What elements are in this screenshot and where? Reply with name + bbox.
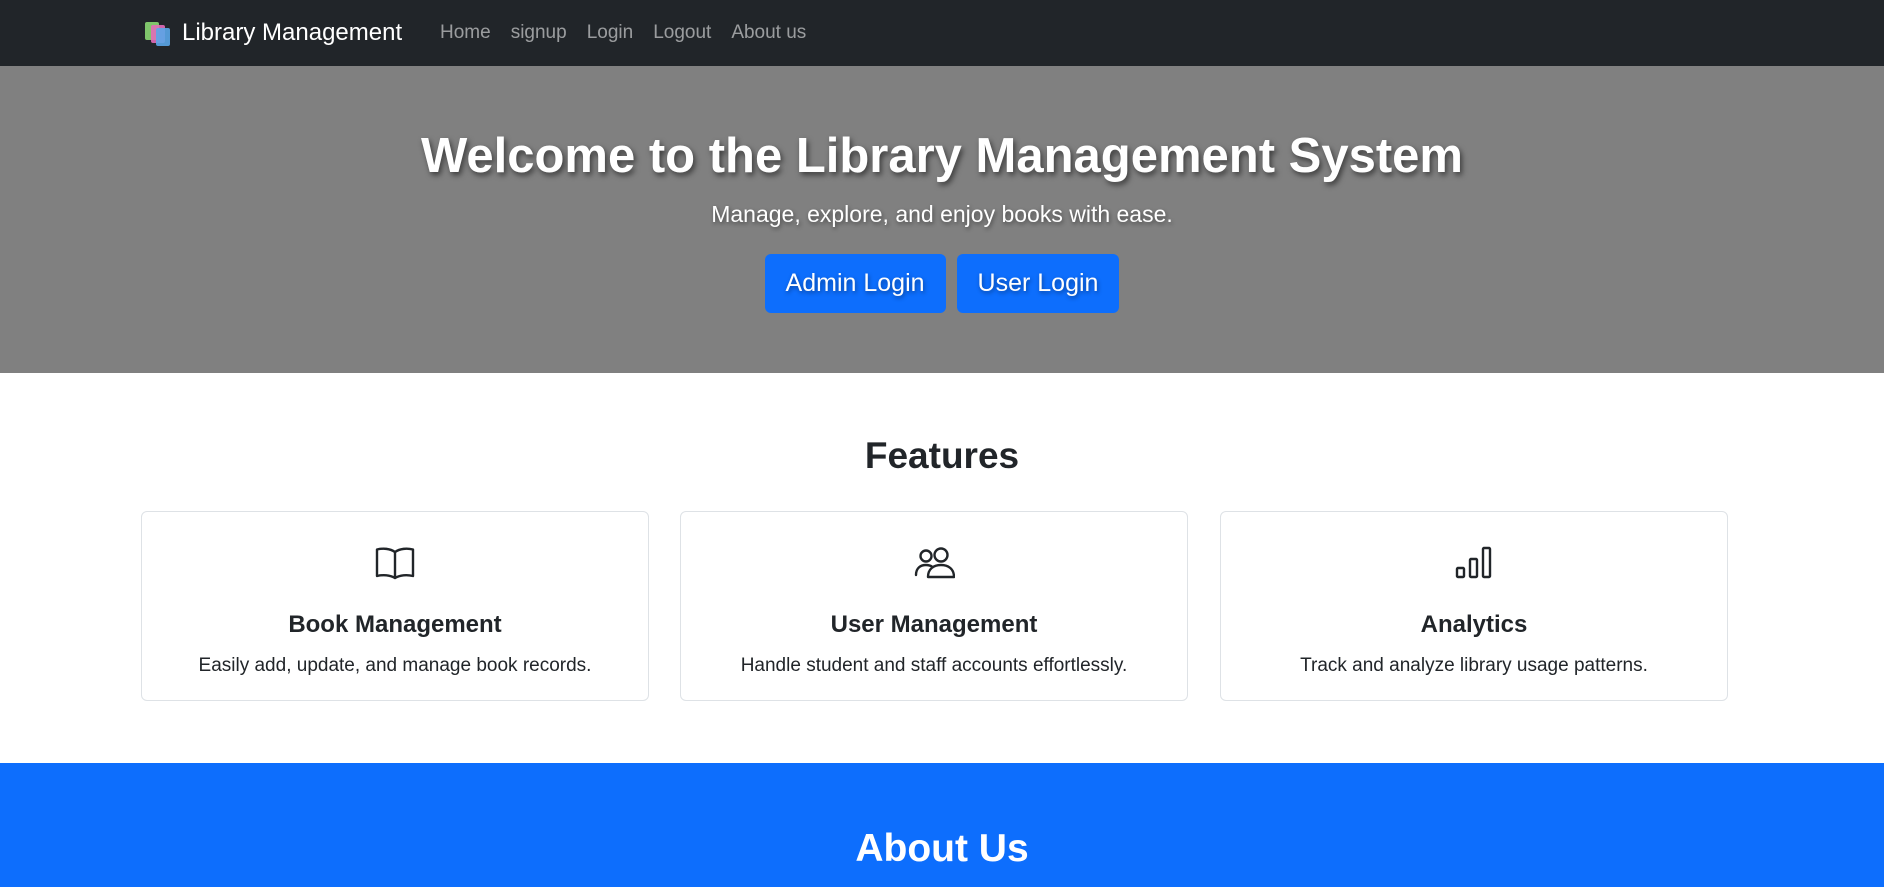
feature-card-analytics: Analytics Track and analyze library usag… bbox=[1220, 511, 1728, 701]
nav-link-about-us[interactable]: About us bbox=[721, 22, 816, 44]
nav-links: Home signup Login Logout About us bbox=[430, 0, 816, 66]
nav-link-logout[interactable]: Logout bbox=[643, 22, 721, 44]
hero-buttons: Admin Login User Login bbox=[0, 254, 1884, 313]
hero-section: Welcome to the Library Management System… bbox=[0, 66, 1884, 373]
feature-description: Easily add, update, and manage book reco… bbox=[198, 655, 592, 676]
nav-link-login[interactable]: Login bbox=[577, 22, 644, 44]
feature-card-book-management: Book Management Easily add, update, and … bbox=[141, 511, 649, 701]
feature-title: Book Management bbox=[288, 611, 502, 638]
about-section: About Us bbox=[0, 763, 1884, 887]
features-section: Features Book Management Easily add, upd… bbox=[0, 373, 1884, 763]
feature-title: Analytics bbox=[1420, 611, 1528, 638]
feature-description: Handle student and staff accounts effort… bbox=[740, 655, 1128, 676]
people-icon bbox=[681, 542, 1187, 582]
feature-title: User Management bbox=[830, 611, 1038, 638]
feature-description: Track and analyze library usage patterns… bbox=[1300, 655, 1648, 676]
about-heading: About Us bbox=[855, 827, 1029, 870]
brand-link[interactable]: Library Management bbox=[145, 0, 402, 66]
user-login-button[interactable]: User Login bbox=[956, 254, 1120, 313]
brand-name: Library Management bbox=[182, 19, 403, 46]
navbar: Library Management Home signup Login Log… bbox=[0, 0, 1884, 66]
features-heading: Features bbox=[864, 435, 1020, 476]
nav-link-home[interactable]: Home bbox=[430, 22, 501, 44]
hero-title: Welcome to the Library Management System bbox=[421, 129, 1463, 183]
admin-login-button[interactable]: Admin Login bbox=[764, 254, 946, 313]
book-open-icon bbox=[142, 542, 648, 582]
books-logo-icon bbox=[145, 20, 171, 46]
feature-card-user-management: User Management Handle student and staff… bbox=[680, 511, 1188, 701]
bar-chart-icon bbox=[1221, 542, 1727, 582]
page: Library Management Home signup Login Log… bbox=[0, 0, 1884, 887]
nav-link-signup[interactable]: signup bbox=[501, 22, 577, 44]
hero-subtitle: Manage, explore, and enjoy books with ea… bbox=[711, 201, 1173, 227]
